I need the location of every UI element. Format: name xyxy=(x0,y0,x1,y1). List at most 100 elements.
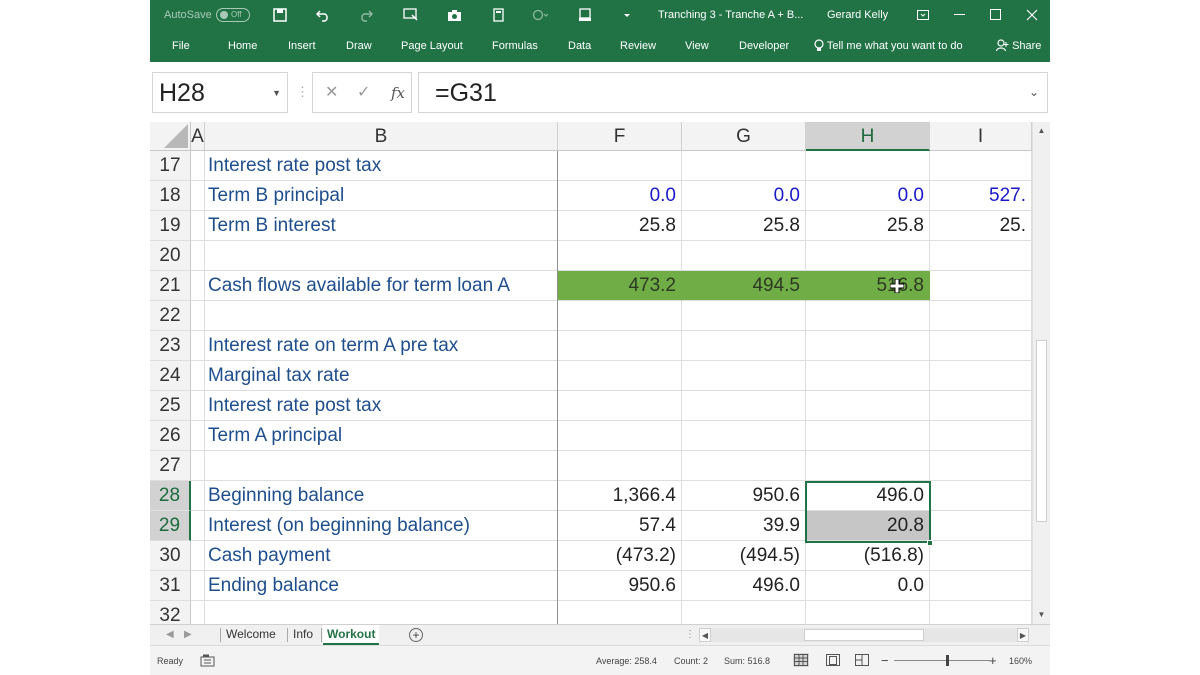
cell-h[interactable] xyxy=(806,421,930,451)
cell-h[interactable]: 496.0 xyxy=(806,481,930,511)
cell-f[interactable]: 473.2 xyxy=(558,271,682,301)
row-header[interactable]: 23 xyxy=(150,331,191,361)
screen-share-icon[interactable] xyxy=(401,5,421,25)
label-cell[interactable]: Beginning balance xyxy=(205,481,558,511)
cell-h[interactable] xyxy=(806,241,930,271)
cell-g[interactable]: 25.8 xyxy=(682,211,806,241)
tab-insert[interactable]: Insert xyxy=(288,30,316,62)
select-all-button[interactable] xyxy=(150,122,191,151)
cell-g[interactable] xyxy=(682,391,806,421)
cell-h[interactable] xyxy=(806,391,930,421)
cell-h[interactable] xyxy=(806,361,930,391)
next-sheet-icon[interactable]: ▶ xyxy=(184,625,192,645)
cell-h[interactable]: 25.8 xyxy=(806,211,930,241)
tab-file[interactable]: File xyxy=(172,30,190,62)
cell-a[interactable] xyxy=(191,211,205,241)
cell-h[interactable]: 20.8 xyxy=(806,511,930,541)
new-sheet-icon[interactable]: + xyxy=(409,628,423,642)
cell-g[interactable]: 39.9 xyxy=(682,511,806,541)
column-header-b[interactable]: B xyxy=(205,122,558,151)
label-cell[interactable]: Term B interest xyxy=(205,211,558,241)
label-cell[interactable]: Interest rate post tax xyxy=(205,151,558,181)
row-header[interactable]: 26 xyxy=(150,421,191,451)
label-cell[interactable]: Interest rate post tax xyxy=(205,391,558,421)
scroll-left-icon[interactable]: ◀ xyxy=(699,628,711,642)
row-header[interactable]: 28 xyxy=(150,481,191,511)
cancel-icon[interactable]: ✕ xyxy=(325,73,338,113)
cell-g[interactable]: (494.5) xyxy=(682,541,806,571)
cell-g[interactable] xyxy=(682,361,806,391)
split-handle-icon[interactable]: ⋮ xyxy=(685,625,695,645)
tell-me-box[interactable]: Tell me what you want to do xyxy=(814,30,963,62)
cell-a[interactable] xyxy=(191,421,205,451)
cell-g[interactable]: 950.6 xyxy=(682,481,806,511)
row-header[interactable]: 18 xyxy=(150,181,191,211)
row-header[interactable]: 30 xyxy=(150,541,191,571)
cell-g[interactable] xyxy=(682,331,806,361)
cell-g[interactable] xyxy=(682,301,806,331)
row-header[interactable]: 19 xyxy=(150,211,191,241)
user-name[interactable]: Gerard Kelly xyxy=(827,0,888,30)
row-header[interactable]: 25 xyxy=(150,391,191,421)
horizontal-scrollbar[interactable]: ◀ ▶ xyxy=(699,628,1029,642)
tab-data[interactable]: Data xyxy=(568,30,591,62)
expand-formula-icon[interactable]: ⌄ xyxy=(1029,85,1039,99)
undo-icon[interactable] xyxy=(313,5,333,25)
label-cell[interactable]: Interest rate on term A pre tax xyxy=(205,331,558,361)
row-header[interactable]: 32 xyxy=(150,601,191,624)
page-layout-view-icon[interactable] xyxy=(825,653,841,667)
cell-a[interactable] xyxy=(191,571,205,601)
zoom-slider-thumb[interactable] xyxy=(946,655,949,666)
cell-f[interactable] xyxy=(558,361,682,391)
cell-f[interactable] xyxy=(558,241,682,271)
label-cell[interactable]: Term B principal xyxy=(205,181,558,211)
row-header[interactable]: 31 xyxy=(150,571,191,601)
cell-h[interactable] xyxy=(806,331,930,361)
maximize-icon[interactable] xyxy=(978,0,1014,30)
label-cell[interactable] xyxy=(205,301,558,331)
cell-i[interactable] xyxy=(930,481,1032,511)
customize-toolbar-icon[interactable] xyxy=(617,5,637,25)
row-header[interactable]: 20 xyxy=(150,241,191,271)
chevron-down-icon[interactable]: ▼ xyxy=(272,88,281,98)
cell-g[interactable]: 0.0 xyxy=(682,181,806,211)
label-cell[interactable] xyxy=(205,601,558,624)
prev-sheet-icon[interactable]: ◀ xyxy=(166,625,174,645)
row-header[interactable]: 22 xyxy=(150,301,191,331)
cell-a[interactable] xyxy=(191,271,205,301)
calculator-icon[interactable] xyxy=(488,5,508,25)
cell-h[interactable]: 516.8 xyxy=(806,271,930,301)
cell-i[interactable] xyxy=(930,571,1032,601)
tab-draw[interactable]: Draw xyxy=(346,30,372,62)
column-header-f[interactable]: F xyxy=(558,122,682,151)
cell-a[interactable] xyxy=(191,481,205,511)
cell-g[interactable]: 494.5 xyxy=(682,271,806,301)
zoom-in-icon[interactable]: + xyxy=(989,646,997,675)
cell-h[interactable]: (516.8) xyxy=(806,541,930,571)
cell-h[interactable]: 0.0 xyxy=(806,571,930,601)
cell-i[interactable]: 25. xyxy=(930,211,1032,241)
cell-a[interactable] xyxy=(191,541,205,571)
cell-g[interactable] xyxy=(682,151,806,181)
tab-home[interactable]: Home xyxy=(228,30,257,62)
cell-i[interactable] xyxy=(930,601,1032,624)
minimize-icon[interactable] xyxy=(942,0,978,30)
tab-formulas[interactable]: Formulas xyxy=(492,30,538,62)
label-cell[interactable]: Interest (on beginning balance) xyxy=(205,511,558,541)
sheet-tab-workout[interactable]: Workout xyxy=(323,625,380,645)
label-cell[interactable]: Ending balance xyxy=(205,571,558,601)
cell-a[interactable] xyxy=(191,391,205,421)
cell-i[interactable] xyxy=(930,241,1032,271)
cell-a[interactable] xyxy=(191,181,205,211)
row-header[interactable]: 27 xyxy=(150,451,191,481)
normal-view-icon[interactable] xyxy=(793,653,809,667)
row-header[interactable]: 24 xyxy=(150,361,191,391)
sheet-tab-welcome[interactable]: Welcome xyxy=(222,625,280,645)
tab-page-layout[interactable]: Page Layout xyxy=(401,30,463,62)
tab-review[interactable]: Review xyxy=(620,30,656,62)
print-preview-icon[interactable] xyxy=(575,5,595,25)
column-header-i[interactable]: I xyxy=(930,122,1032,151)
cell-f[interactable] xyxy=(558,301,682,331)
vertical-scrollbar[interactable]: ▲ ▼ xyxy=(1032,122,1050,624)
sheet-tab-info[interactable]: Info xyxy=(289,625,317,645)
